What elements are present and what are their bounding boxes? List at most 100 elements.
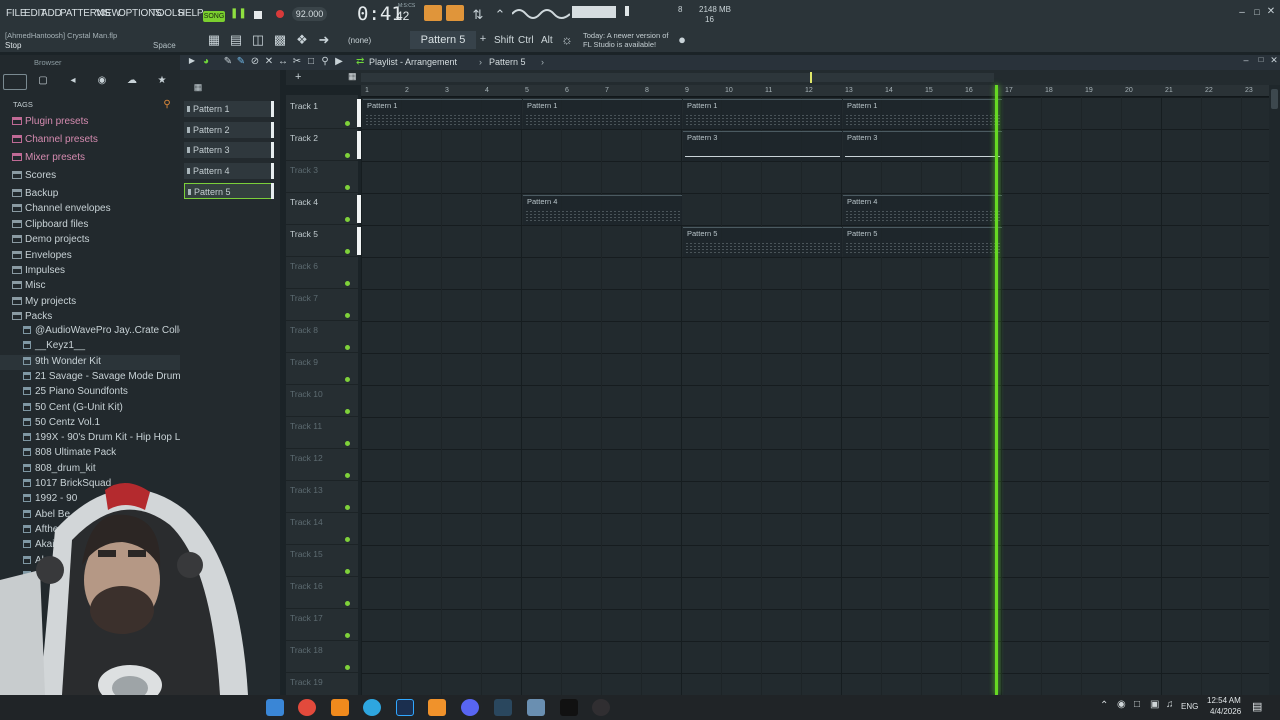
track-header[interactable]: Track 11 [286,417,358,449]
file-explorer-icon[interactable] [266,699,284,716]
track-header[interactable]: Track 15 [286,545,358,577]
fl-studio-icon[interactable] [428,699,446,716]
browser-folder[interactable]: My projects [0,295,180,310]
track-mute-led[interactable] [345,249,350,254]
pattern-clip[interactable]: Pattern 1 [843,99,1002,129]
clock-date[interactable]: 4/4/2026 [1210,707,1241,716]
news-icon[interactable]: ☼ [559,32,575,48]
playlist-menu-icon[interactable]: ▶ [187,56,197,68]
browser-pack-item[interactable]: 50 Centz Vol.1 [0,416,180,431]
song-mode-toggle[interactable]: SONG [203,11,225,22]
capcut-icon[interactable] [560,699,578,716]
browser-folder[interactable]: Packs [0,310,180,325]
track-mute-led[interactable] [345,569,350,574]
browser-pack-item[interactable]: 9th Wonder Kit [0,354,180,370]
master-pitch-slider[interactable] [625,6,629,16]
countdown-icon[interactable]: ⌃ [492,7,508,22]
browser-folder[interactable]: Envelopes [0,249,180,264]
app-diamond-icon[interactable] [527,699,545,716]
pattern-clip[interactable]: Pattern 4 [843,195,1002,225]
language-indicator[interactable]: ENG [1181,702,1198,711]
add-track-icon[interactable]: + [295,71,301,83]
search-icon[interactable]: ⚲ [162,99,172,110]
browser-folder[interactable]: Impulses [0,264,180,279]
plugin-picker-icon[interactable]: ❖ [294,32,310,48]
browser-folder[interactable]: Scores [0,169,180,184]
browser-folder[interactable]: Misc [0,279,180,294]
track-mute-led[interactable] [345,505,350,510]
browser-files-icon[interactable]: ▢ [36,75,50,89]
playlist-minimize-icon[interactable]: – [1240,55,1252,67]
track-mute-led[interactable] [345,281,350,286]
track-header[interactable]: Track 8 [286,321,358,353]
track-header[interactable]: Track 10 [286,385,358,417]
tray-chevron-icon[interactable]: ⌃ [1100,700,1108,711]
track-mute-led[interactable] [345,377,350,382]
add-pattern-icon[interactable]: + [477,33,489,47]
playlist-toggle-icon[interactable]: ▦ [348,71,357,82]
browser-pack-item[interactable]: __Keyz1__ [0,339,180,354]
typing-keyboard-icon[interactable] [424,5,442,21]
playback-tool-icon[interactable]: ▶ [333,56,345,68]
pattern-item[interactable]: Pattern 2 [184,121,274,138]
telegram-icon[interactable] [363,699,381,716]
track-mute-led[interactable] [345,633,350,638]
tempo-display[interactable]: 92.000 [292,7,327,21]
browser-folder[interactable]: Plugin presets [0,115,180,130]
track-header[interactable]: Track 4 [286,193,361,225]
track-header[interactable]: Track 16 [286,577,358,609]
slip-tool-icon[interactable]: ↔ [277,56,289,68]
pattern-item[interactable]: Pattern 4 [184,162,274,179]
browser-pack-item[interactable]: 21 Savage - Savage Mode Drum Kit [0,370,180,385]
browser-folder[interactable]: Mixer presets [0,151,180,166]
playlist-close-icon[interactable]: ✕ [1268,55,1280,67]
obs-icon[interactable] [592,699,610,716]
browser-plugins-icon[interactable]: ◂ [66,75,80,89]
zoom-tool-icon[interactable]: ⚲ [319,56,331,68]
track-mute-led[interactable] [345,473,350,478]
pause-icon[interactable]: ❚❚ [230,8,247,22]
piano-roll-icon[interactable]: ▤ [228,32,244,48]
browser-cloud-icon[interactable]: ☁ [125,75,139,89]
track-header[interactable]: Track 2 [286,129,361,161]
pattern-list-icon[interactable]: ▦ [192,82,204,94]
browser-db-icon[interactable]: ◉ [95,75,109,89]
vertical-scroll-thumb[interactable] [1271,89,1278,109]
pattern-clip[interactable]: Pattern 5 [843,227,1002,257]
master-volume-slider[interactable] [572,6,616,18]
browser-all-button[interactable] [3,74,27,90]
overview-bar[interactable]: + ▦ [286,70,1280,85]
pattern-clip[interactable]: Pattern 1 [683,99,842,129]
browser-folder[interactable]: Channel presets [0,133,180,148]
pattern-item[interactable]: Pattern 5 [184,183,274,200]
arrow-right-icon[interactable]: ➜ [316,32,332,48]
track-header[interactable]: Track 18 [286,641,358,673]
delete-tool-icon[interactable]: ⊘ [249,56,261,68]
pattern-clip[interactable]: Pattern 4 [523,195,682,225]
vlc-icon[interactable] [331,699,349,716]
playlist-grid[interactable]: Pattern 1 Pattern 1 Pattern 1 Pattern 1 Patt… [361,97,1269,695]
minimize-icon[interactable]: – [1236,7,1248,19]
pattern-clip[interactable]: Pattern 1 [363,99,522,129]
notifications-icon[interactable]: ▤ [1252,700,1262,713]
browser-pack-item[interactable]: 50 Cent (G-Unit Kit) [0,401,180,416]
ctrl-button[interactable]: Ctrl [518,35,534,46]
mute-tool-icon[interactable]: ✕ [263,56,275,68]
track-mute-led[interactable] [345,313,350,318]
pattern-clip[interactable]: Pattern 1 [523,99,682,129]
record-icon[interactable] [276,10,284,18]
maximize-icon[interactable]: □ [1251,7,1263,19]
track-mute-led[interactable] [345,185,350,190]
track-header[interactable]: Track 17 [286,609,358,641]
track-header[interactable]: Track 6 [286,257,358,289]
vertical-scrollbar[interactable] [1269,85,1280,695]
track-header[interactable]: Track 3 [286,161,358,193]
track-header[interactable]: Track 5 [286,225,361,257]
overview-range[interactable] [361,73,994,82]
browser-pack-item[interactable]: 25 Piano Soundfonts [0,385,180,400]
tray-network-icon[interactable]: ▣ [1150,699,1159,710]
tray-display-icon[interactable]: □ [1134,699,1140,710]
alt-button[interactable]: Alt [541,35,553,46]
track-mute-led[interactable] [345,441,350,446]
fl-logo-icon[interactable]: ● [675,32,689,47]
